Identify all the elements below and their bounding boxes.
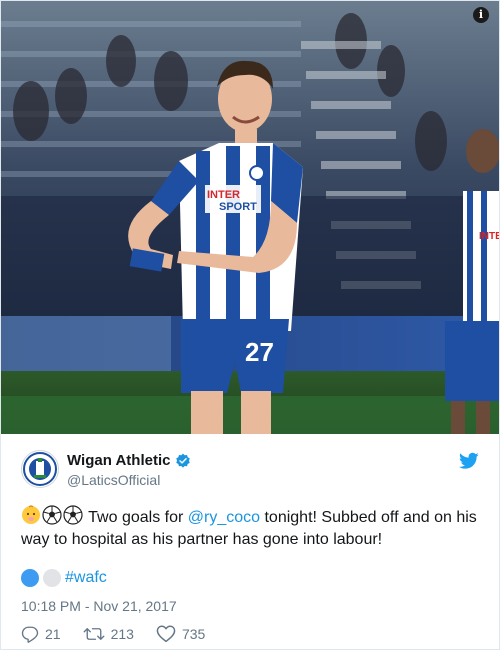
tweet-card: INTE [0,0,500,650]
svg-text:INTE: INTE [479,231,499,242]
tweet-timestamp[interactable]: 10:18 PM - Nov 21, 2017 [21,598,177,614]
hashtag-row: #wafc [21,569,107,587]
retweet-button[interactable]: 213 [83,625,134,643]
svg-text:INTER: INTER [207,189,240,201]
svg-text:SPORT: SPORT [219,201,257,213]
blue-circle-emoji-icon [21,569,39,587]
reply-count: 21 [45,626,61,642]
svg-text:27: 27 [245,337,274,367]
tweet-header: Wigan Athletic @LaticsOfficial [1,434,499,494]
retweet-icon [83,628,105,640]
tweet-actions: 21 213 735 [21,625,205,643]
baby-emoji-icon [22,505,40,524]
retweet-count: 213 [110,626,134,642]
twitter-bird-icon[interactable] [459,452,479,470]
hashtag-link[interactable]: #wafc [65,569,107,587]
reply-button[interactable]: 21 [21,625,61,643]
like-button[interactable]: 735 [156,625,205,643]
soccer-ball-emoji-icon [63,505,83,525]
user-handle[interactable]: @LaticsOfficial [67,472,160,488]
display-name[interactable]: Wigan Athletic [67,452,170,469]
heart-icon [156,625,176,643]
info-icon[interactable]: i [473,7,489,23]
verified-badge-icon [176,453,191,468]
like-count: 735 [181,626,206,642]
soccer-ball-emoji-icon [42,505,62,525]
reply-icon [21,626,39,643]
player-celebration-image: INTE [1,1,499,434]
tweet-photo[interactable]: INTE [1,1,499,434]
club-crest-icon[interactable] [21,450,59,488]
tweet-text-part: Two goals for [84,509,188,526]
mention-link[interactable]: @ry_coco [188,509,260,526]
tweet-text: Two goals for @ry_coco tonight! Subbed o… [21,505,481,551]
white-circle-emoji-icon [43,569,61,587]
